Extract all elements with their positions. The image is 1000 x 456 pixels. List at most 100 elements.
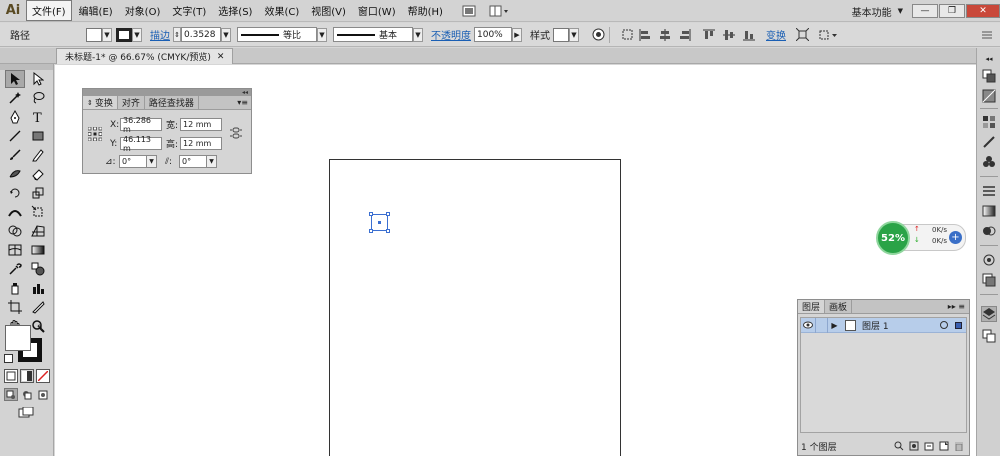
blend-tool-icon[interactable] — [28, 260, 48, 278]
layer-name[interactable]: 图层 1 — [862, 319, 889, 332]
delete-layer-icon[interactable] — [952, 440, 965, 452]
locate-object-icon[interactable] — [892, 440, 905, 452]
draw-normal-icon[interactable] — [4, 388, 18, 401]
stroke-weight-dropdown[interactable]: ▼ — [221, 27, 231, 42]
panel-title-bar[interactable]: ◂◂ — [83, 89, 251, 96]
align-right-icon[interactable] — [678, 28, 692, 42]
fill-color-box-front[interactable] — [5, 325, 31, 351]
close-tab-icon[interactable]: ✕ — [217, 52, 225, 62]
lasso-tool-icon[interactable] — [28, 89, 48, 107]
eraser-tool-icon[interactable] — [28, 165, 48, 183]
eye-icon[interactable] — [801, 321, 815, 329]
perspective-grid-tool-icon[interactable] — [28, 222, 48, 240]
target-icon[interactable] — [940, 321, 948, 329]
symbol-sprayer-tool-icon[interactable] — [5, 279, 25, 297]
tab-artboards[interactable]: 画板 — [825, 300, 853, 313]
variable-width-profile[interactable]: 等比 — [237, 27, 317, 42]
panel-menu-icon[interactable]: ▸▸ ≡ — [948, 302, 965, 311]
fill-swatch[interactable] — [86, 27, 102, 42]
stroke-panel-icon[interactable] — [981, 183, 997, 199]
gradient-tool-icon[interactable] — [28, 241, 48, 259]
layers-icon[interactable] — [981, 306, 997, 322]
stroke-swatch[interactable] — [116, 27, 132, 42]
pencil-tool-icon[interactable] — [28, 146, 48, 164]
draw-inside-icon[interactable] — [36, 388, 50, 401]
tab-layers[interactable]: 图层 — [798, 300, 826, 313]
menu-window[interactable]: 窗口(W) — [353, 1, 401, 20]
profile-dropdown[interactable]: ▼ — [317, 27, 327, 42]
selected-square[interactable] — [369, 212, 390, 233]
free-transform-tool-icon[interactable] — [28, 203, 48, 221]
rotate-tool-icon[interactable] — [5, 184, 25, 202]
column-graph-tool-icon[interactable] — [28, 279, 48, 297]
default-fill-stroke-icon[interactable] — [4, 354, 13, 363]
tab-transform[interactable]: ⇕ 变换 — [83, 96, 118, 109]
selection-handle[interactable] — [386, 212, 390, 216]
graphic-styles-icon[interactable] — [981, 272, 997, 288]
new-sublayer-icon[interactable] — [922, 440, 935, 452]
tab-pathfinder[interactable]: 路径查找器 — [145, 96, 199, 109]
brushes-icon[interactable] — [981, 134, 997, 150]
color-panel-icon[interactable] — [981, 68, 997, 84]
swatches-icon[interactable] — [981, 114, 997, 130]
maximize-button[interactable]: ❐ — [939, 4, 965, 18]
blob-brush-tool-icon[interactable] — [5, 165, 25, 183]
collapse-icon[interactable]: ◂◂ — [242, 89, 248, 96]
artboard-tool-icon[interactable] — [5, 298, 25, 316]
bridge-icon[interactable] — [458, 3, 480, 19]
artboard[interactable] — [329, 159, 621, 456]
align-top-icon[interactable] — [702, 28, 716, 42]
shear-input[interactable]: 0° — [179, 155, 207, 168]
width-input[interactable]: 12 mm — [180, 118, 222, 131]
opacity-link[interactable]: 不透明度 — [431, 27, 471, 42]
stroke-weight-input[interactable]: 0.3528 — [181, 27, 221, 42]
gradient-mode-icon[interactable] — [20, 369, 34, 383]
height-input[interactable]: 12 mm — [180, 137, 222, 150]
lock-toggle[interactable] — [815, 317, 827, 333]
selection-tool-icon[interactable] — [5, 70, 25, 88]
pen-tool-icon[interactable] — [5, 108, 25, 126]
isolate-icon[interactable] — [795, 28, 809, 42]
selection-handle[interactable] — [369, 212, 373, 216]
workspace-switcher[interactable]: 基本功能 — [852, 4, 892, 19]
opacity-input[interactable]: 100% — [474, 27, 512, 42]
type-tool-icon[interactable]: T — [28, 108, 48, 126]
reference-point-icon[interactable] — [87, 126, 103, 144]
document-tab[interactable]: 未标题-1* @ 66.67% (CMYK/预览) ✕ — [56, 48, 234, 64]
paintbrush-tool-icon[interactable] — [5, 146, 25, 164]
eyedropper-tool-icon[interactable] — [5, 260, 25, 278]
recolor-artwork-icon[interactable] — [591, 28, 605, 42]
opacity-dropdown[interactable]: ▶ — [512, 27, 522, 42]
more-options-icon[interactable] — [819, 28, 839, 42]
selection-indicator-icon[interactable] — [955, 322, 962, 329]
appearance-icon[interactable] — [981, 252, 997, 268]
menu-view[interactable]: 视图(V) — [306, 1, 351, 20]
menu-object[interactable]: 对象(O) — [120, 1, 166, 20]
scale-tool-icon[interactable] — [28, 184, 48, 202]
symbols-icon[interactable] — [981, 154, 997, 170]
rotate-input[interactable]: 0° — [119, 155, 147, 168]
swap-fill-stroke-icon[interactable]: ↰ — [36, 324, 44, 334]
shear-dropdown[interactable]: ▼ — [207, 155, 217, 168]
make-clipping-mask-icon[interactable] — [907, 440, 920, 452]
magic-wand-tool-icon[interactable] — [5, 89, 25, 107]
draw-behind-icon[interactable] — [20, 388, 34, 401]
none-mode-icon[interactable] — [36, 369, 50, 383]
stroke-stepper[interactable]: ⇕ — [173, 27, 181, 42]
y-input[interactable]: 46.113 m — [120, 135, 162, 153]
align-to-selection-icon[interactable] — [620, 28, 634, 42]
stroke-link[interactable]: 描边 — [150, 27, 170, 42]
line-tool-icon[interactable] — [5, 127, 25, 145]
align-bottom-icon[interactable] — [742, 28, 756, 42]
expand-panels-icon[interactable]: ◂◂ — [981, 51, 997, 67]
menu-select[interactable]: 选择(S) — [213, 1, 257, 20]
close-button[interactable]: ✕ — [966, 4, 1000, 18]
stroke-dropdown[interactable]: ▼ — [132, 27, 142, 42]
control-bar-menu-icon[interactable] — [980, 28, 994, 42]
width-tool-icon[interactable] — [5, 203, 25, 221]
color-mode-icon[interactable] — [4, 369, 18, 383]
new-layer-icon[interactable] — [937, 440, 950, 452]
layer-row[interactable]: ▶ 图层 1 — [801, 317, 966, 333]
accelerate-icon[interactable]: + — [949, 231, 962, 244]
graphic-style-dropdown[interactable]: ▼ — [569, 27, 579, 42]
